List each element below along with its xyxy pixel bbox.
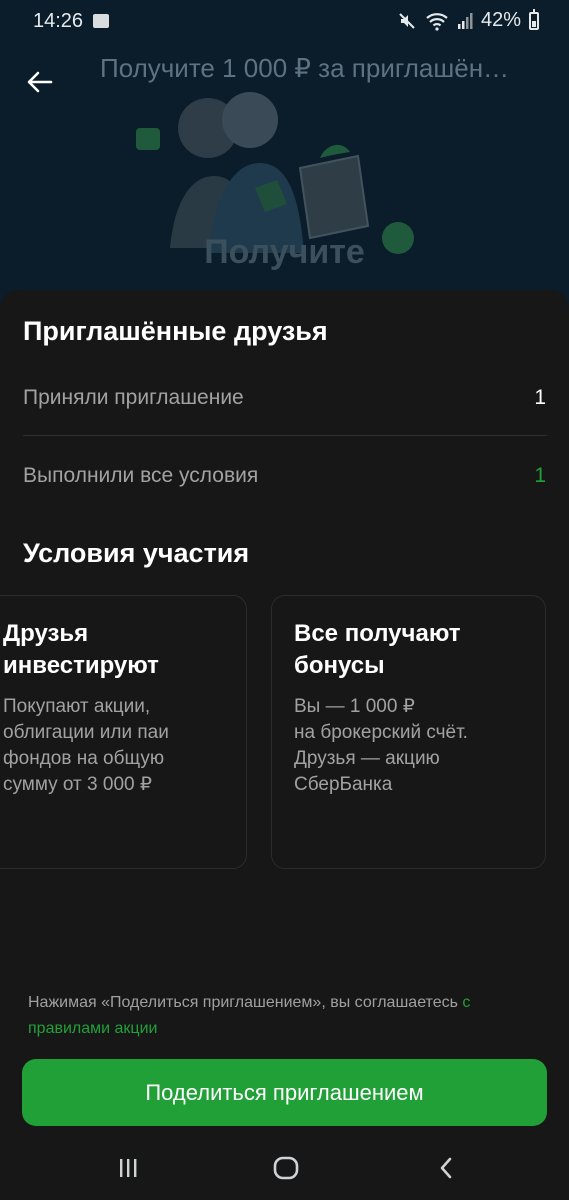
- consent-text: Нажимая «Поделиться приглашением», вы со…: [28, 990, 548, 1042]
- conditions-title: Условия участия: [23, 538, 250, 568]
- card-title: Друзья инвестируют: [3, 620, 159, 679]
- invited-friends-title: Приглашённые друзья: [23, 316, 328, 346]
- navigation-bar: [0, 1136, 569, 1200]
- back-button[interactable]: [22, 64, 58, 100]
- divider: [23, 435, 547, 436]
- page-title: Получите 1 000 ₽ за приглашён…: [100, 53, 510, 83]
- battery-percent: 42%: [480, 9, 521, 31]
- promo-title: Получите: [204, 233, 365, 271]
- stat-value: 1: [534, 464, 546, 487]
- stat-row-completed: Выполнили все условия 1: [23, 456, 547, 496]
- card-title: Все получают бонусы: [294, 620, 461, 679]
- card-text: Покупают акции, облигации или паи фондов…: [3, 696, 169, 795]
- status-icons: 42%: [397, 8, 539, 32]
- arrow-left-icon: [27, 71, 53, 93]
- stat-label: Приняли приглашение: [23, 386, 244, 409]
- battery-fill: [532, 20, 536, 27]
- back-nav-button[interactable]: [416, 1150, 476, 1186]
- status-time: 14:26: [33, 10, 84, 32]
- consent-text-body: Нажимая «Поделиться приглашением», вы со…: [28, 994, 463, 1011]
- bottom-sheet: Приглашённые друзья Приняли приглашение …: [0, 290, 569, 1200]
- card-text: Вы — 1 000 ₽ на брокерский счёт. Друзья …: [294, 696, 468, 795]
- chevron-left-icon: [440, 1157, 452, 1179]
- battery-icon: [529, 8, 539, 30]
- wifi-icon: [425, 11, 449, 31]
- image-notification-icon: [93, 14, 109, 28]
- mute-icon: [397, 11, 417, 31]
- recent-apps-icon: [120, 1159, 137, 1177]
- stat-label: Выполнили все условия: [23, 464, 259, 487]
- recent-apps-button[interactable]: [98, 1150, 158, 1186]
- condition-card-bonuses: Все получают бонусы Вы — 1 000 ₽ на брок…: [271, 595, 546, 869]
- share-invitation-button[interactable]: Поделиться приглашением: [22, 1059, 547, 1126]
- stat-value: 1: [534, 386, 546, 409]
- stat-row-accepted: Приняли приглашение 1: [23, 378, 547, 418]
- signal-icon: [457, 12, 473, 30]
- condition-card-invest: Друзья инвестируют Покупают акции, облиг…: [0, 595, 247, 869]
- home-button[interactable]: [256, 1150, 316, 1186]
- status-bar: 14:26 42%: [0, 0, 569, 44]
- home-icon: [273, 1156, 299, 1180]
